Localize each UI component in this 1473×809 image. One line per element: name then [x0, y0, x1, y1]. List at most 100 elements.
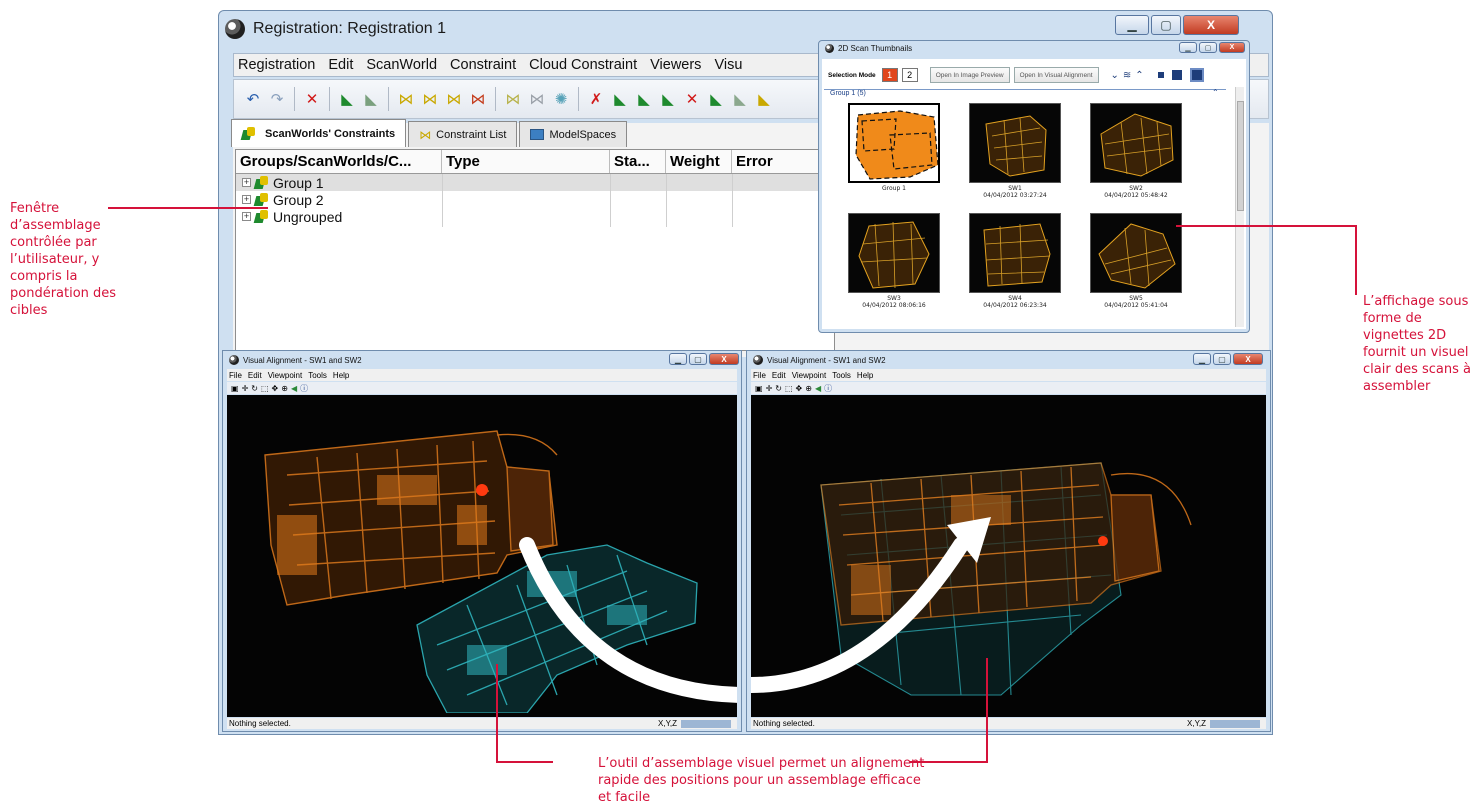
window-minimize-icon[interactable]: ▁ — [669, 353, 687, 365]
column-header[interactable]: Type — [442, 150, 610, 173]
thumbnail-sw3[interactable] — [848, 213, 940, 293]
undo-icon[interactable]: ↶ — [244, 90, 262, 108]
move-icon[interactable]: ✛ — [242, 384, 249, 393]
open-visual-alignment-button[interactable]: Open In Visual Alignment — [1013, 67, 1099, 83]
menu-edit[interactable]: Edit — [248, 371, 262, 380]
menu-constraint[interactable]: Constraint — [450, 57, 516, 73]
scanworld-icon[interactable]: ◣ — [635, 90, 653, 108]
scrollbar[interactable] — [1235, 87, 1244, 327]
tree-row[interactable]: + Ungrouped — [236, 208, 834, 225]
rotate-icon[interactable]: ↻ — [775, 384, 782, 393]
selection-mode-1-button[interactable]: 1 — [881, 68, 898, 82]
point-cloud-view[interactable] — [227, 395, 737, 717]
menu-file[interactable]: File — [229, 371, 242, 380]
window-minimize-icon[interactable]: ▁ — [1179, 42, 1197, 53]
tab-modelspaces[interactable]: ModelSpaces — [519, 121, 628, 147]
view-icon[interactable]: ▣ — [231, 384, 239, 393]
medium-thumbs-icon[interactable] — [1171, 70, 1182, 80]
zoom-icon[interactable]: ⊕ — [281, 384, 288, 393]
back-icon[interactable]: ◀ — [815, 384, 821, 393]
window-maximize-icon[interactable]: ▢ — [1199, 42, 1217, 53]
large-thumbs-icon[interactable] — [1189, 68, 1204, 82]
cloud-constraint-icon[interactable]: ⋈ — [528, 90, 546, 108]
thumbnail-sw5[interactable] — [1090, 213, 1182, 293]
scanworld-icon[interactable]: ◣ — [362, 90, 380, 108]
redo-icon[interactable]: ↷ — [268, 90, 286, 108]
thumbnail-sw1[interactable] — [969, 103, 1061, 183]
menu-tools[interactable]: Tools — [832, 371, 851, 380]
scanworld-icon[interactable]: ✗ — [587, 90, 605, 108]
small-thumbs-icon[interactable] — [1157, 72, 1164, 78]
chevron-down-icon[interactable]: ⌄ — [1111, 70, 1119, 81]
menu-help[interactable]: Help — [333, 371, 349, 380]
menu-edit[interactable]: Edit — [772, 371, 786, 380]
column-header[interactable]: Sta... — [610, 150, 666, 173]
collapse-all-icon[interactable]: ≋ — [1123, 70, 1131, 81]
menu-scanworld[interactable]: ScanWorld — [366, 57, 437, 73]
chevron-up-icon[interactable]: ⌃ — [1135, 70, 1143, 81]
thumbnail-group-1[interactable] — [848, 103, 940, 183]
thumbnail-sw4[interactable] — [969, 213, 1061, 293]
point-cloud-view[interactable] — [751, 395, 1266, 717]
chevron-up-icon[interactable]: ⌃ — [1212, 88, 1219, 97]
select-icon[interactable]: ⬚ — [785, 384, 793, 393]
column-header[interactable]: Weight — [666, 150, 732, 173]
menu-viewpoint[interactable]: Viewpoint — [792, 371, 827, 380]
menu-cloud-constraint[interactable]: Cloud Constraint — [529, 57, 637, 73]
thumbnail-sw2[interactable] — [1090, 103, 1182, 183]
zoom-icon[interactable]: ⊕ — [805, 384, 812, 393]
expand-icon[interactable]: + — [242, 212, 251, 221]
menu-tools[interactable]: Tools — [308, 371, 327, 380]
scanworld-icon[interactable]: ◣ — [707, 90, 725, 108]
info-icon[interactable]: ⓘ — [300, 383, 308, 394]
window-close-icon[interactable]: X — [709, 353, 739, 365]
menu-edit[interactable]: Edit — [328, 57, 353, 73]
menu-viewpoint[interactable]: Viewpoint — [268, 371, 303, 380]
constraint-icon[interactable]: ⋈ — [397, 90, 415, 108]
view-icon[interactable]: ▣ — [755, 384, 763, 393]
menu-registration[interactable]: Registration — [238, 57, 315, 73]
menu-visual[interactable]: Visu — [714, 57, 742, 73]
scrollbar-thumb[interactable] — [1237, 101, 1244, 211]
window-maximize-icon[interactable]: ▢ — [689, 353, 707, 365]
scanworld-icon[interactable]: ◣ — [611, 90, 629, 108]
window-close-icon[interactable]: X — [1219, 42, 1245, 53]
column-header[interactable]: Groups/ScanWorlds/C... — [236, 150, 442, 173]
scanworld-icon[interactable]: ◣ — [731, 90, 749, 108]
cloud-constraint-icon[interactable]: ⋈ — [504, 90, 522, 108]
scanworld-icon[interactable]: ◣ — [659, 90, 677, 108]
delete-icon[interactable]: ✕ — [303, 90, 321, 108]
menu-help[interactable]: Help — [857, 371, 873, 380]
window-minimize-icon[interactable]: ▁ — [1115, 15, 1149, 35]
group-label[interactable]: Group 1 (5) — [830, 90, 866, 97]
open-image-preview-button[interactable]: Open In Image Preview — [929, 67, 1010, 83]
tree-row[interactable]: + Group 1 — [236, 174, 834, 191]
rotate-icon[interactable]: ↻ — [251, 384, 258, 393]
move-icon[interactable]: ✛ — [766, 384, 773, 393]
pan-icon[interactable]: ✥ — [796, 384, 803, 393]
window-minimize-icon[interactable]: ▁ — [1193, 353, 1211, 365]
back-icon[interactable]: ◀ — [291, 384, 297, 393]
window-close-icon[interactable]: X — [1183, 15, 1239, 35]
cloud-constraint-icon[interactable]: ✺ — [552, 90, 570, 108]
constraint-icon[interactable]: ⋈ — [469, 90, 487, 108]
constraint-icon[interactable]: ⋈ — [445, 90, 463, 108]
window-close-icon[interactable]: X — [1233, 353, 1263, 365]
selection-mode-2-button[interactable]: 2 — [901, 68, 918, 82]
pan-icon[interactable]: ✥ — [272, 384, 279, 393]
tab-constraint-list[interactable]: ⋈ Constraint List — [408, 121, 518, 147]
window-maximize-icon[interactable]: ▢ — [1151, 15, 1181, 35]
window-maximize-icon[interactable]: ▢ — [1213, 353, 1231, 365]
expand-icon[interactable]: + — [242, 195, 251, 204]
scanworld-icon[interactable]: ◣ — [755, 90, 773, 108]
tree-row[interactable]: + Group 2 — [236, 191, 834, 208]
delete-icon[interactable]: ✕ — [683, 90, 701, 108]
scanworld-icon[interactable]: ◣ — [338, 90, 356, 108]
tab-scanworlds-constraints[interactable]: ScanWorlds' Constraints — [231, 119, 407, 147]
constraint-icon[interactable]: ⋈ — [421, 90, 439, 108]
menu-file[interactable]: File — [753, 371, 766, 380]
menu-viewers[interactable]: Viewers — [650, 57, 701, 73]
select-icon[interactable]: ⬚ — [261, 384, 269, 393]
info-icon[interactable]: ⓘ — [824, 383, 832, 394]
expand-icon[interactable]: + — [242, 178, 251, 187]
